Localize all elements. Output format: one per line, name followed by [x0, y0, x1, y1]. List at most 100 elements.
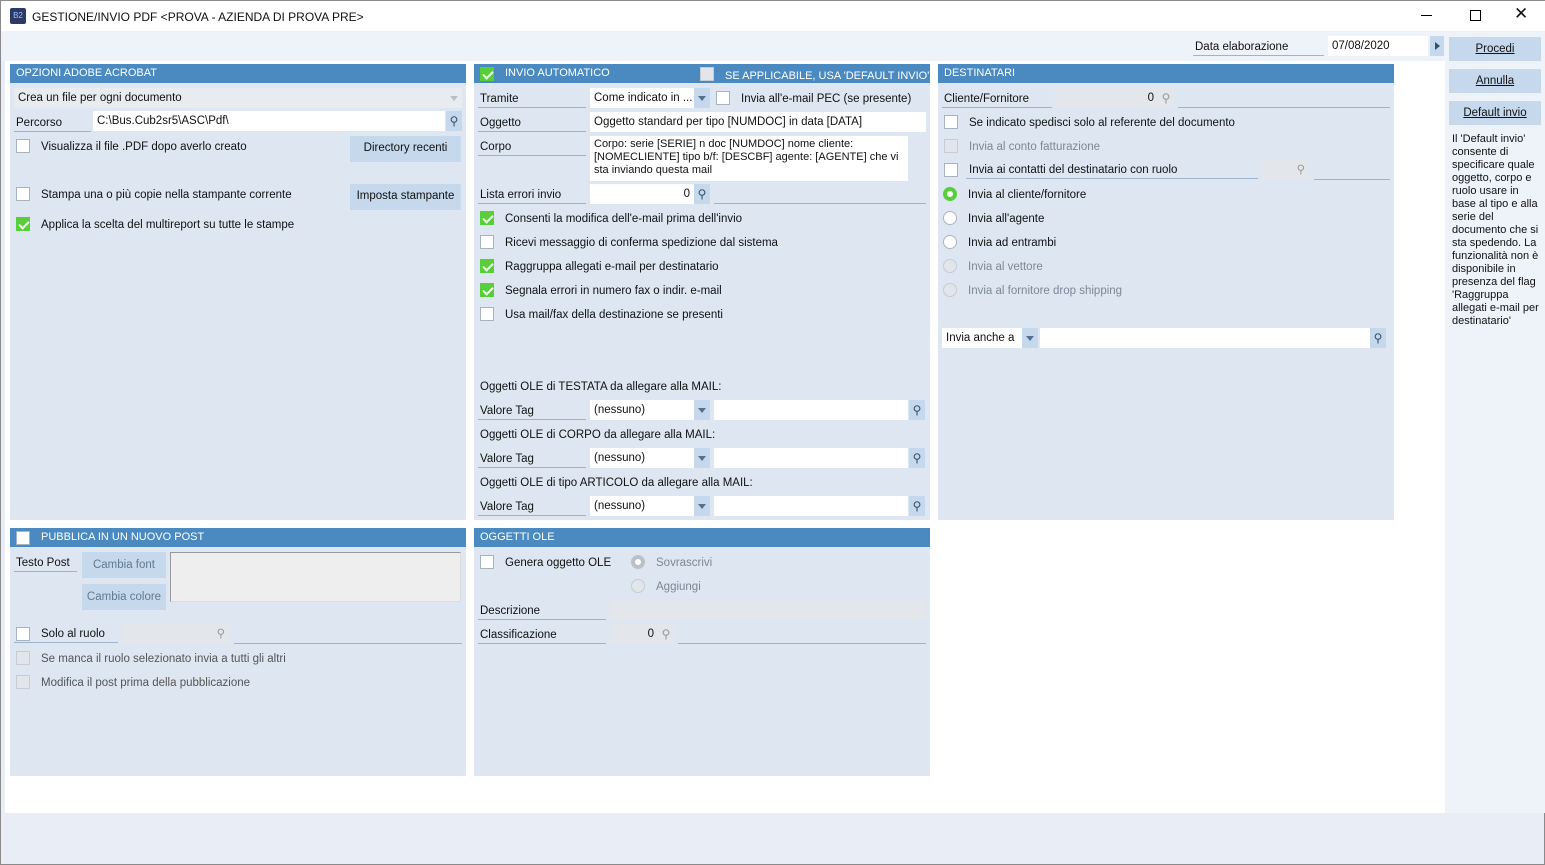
cambia-colore-button[interactable]: Cambia colore: [82, 584, 166, 610]
oggetto-label: Oggetto: [478, 113, 586, 132]
classificazione-label: Classificazione: [478, 625, 606, 644]
directory-recenti-button[interactable]: Directory recenti: [350, 136, 461, 162]
option-checkbox[interactable]: [480, 211, 494, 225]
invia-anche-select[interactable]: Invia anche a: [942, 328, 1022, 348]
multireport-label: Applica la scelta del multireport su tut…: [41, 219, 295, 231]
cambia-font-button[interactable]: Cambia font: [82, 552, 166, 578]
tramite-dropdown-arrow[interactable]: [694, 88, 710, 108]
percorso-input[interactable]: C:\Bus.Cub2sr5\ASC\Pdf\: [93, 111, 445, 131]
destinatari-panel: DESTINATARI Cliente/Fornitore 0 ⚲ Se ind…: [938, 64, 1394, 520]
pec-checkbox[interactable]: [716, 91, 730, 105]
errori-input[interactable]: 0: [590, 184, 694, 204]
tag-dropdown-arrow[interactable]: [694, 448, 710, 468]
procedi-button[interactable]: Procedi: [1449, 37, 1541, 61]
cf-description-line: [1178, 107, 1390, 108]
errori-description-line: [714, 203, 926, 204]
tag-label: Valore Tag: [478, 449, 586, 468]
option-checkbox[interactable]: [480, 307, 494, 321]
pec-label: Invia all'e-mail PEC (se presente): [741, 93, 912, 105]
contatti-checkbox[interactable]: [944, 163, 958, 177]
invia-anche-dropdown-arrow[interactable]: [1022, 328, 1038, 348]
referente-label: Se indicato spedisci solo al referente d…: [969, 117, 1235, 129]
radio-vettore: [943, 259, 957, 273]
testo-post-editor[interactable]: [170, 552, 461, 602]
option-checkbox[interactable]: [480, 235, 494, 249]
multireport-checkbox[interactable]: [16, 217, 30, 231]
genera-ole-checkbox[interactable]: [480, 555, 494, 569]
descrizione-label: Descrizione: [478, 601, 606, 620]
tag-dropdown-arrow[interactable]: [694, 400, 710, 420]
window-title: GESTIONE/INVIO PDF <PROVA - AZIENDA DI P…: [32, 10, 364, 24]
default-invio-help: Il 'Default invio' consente di specifica…: [1452, 133, 1539, 327]
errori-search-icon[interactable]: ⚲: [694, 184, 710, 204]
aggiungi-label: Aggiungi: [656, 581, 701, 593]
solo-ruolo-label: Solo al ruolo: [14, 624, 118, 643]
ole-header: OGGETTI OLE: [474, 528, 930, 547]
minimize-icon[interactable]: [1421, 15, 1432, 16]
invia-anche-search-icon[interactable]: ⚲: [1370, 328, 1386, 348]
invia-anche-input[interactable]: [1040, 328, 1370, 348]
title-bar: B2 GESTIONE/INVIO PDF <PROVA - AZIENDA D…: [1, 1, 1545, 31]
option-label: Consenti la modifica dell'e-mail prima d…: [505, 213, 743, 225]
option-label: Raggruppa allegati e-mail per destinatar…: [505, 261, 719, 273]
file-mode-select[interactable]: Crea un file per ogni documento: [14, 88, 462, 108]
post-checkbox[interactable]: [16, 531, 30, 545]
default-invio-checkbox[interactable]: [700, 67, 714, 81]
radio-sovrascrivi: [631, 555, 645, 569]
cf-input[interactable]: 0: [1055, 88, 1158, 108]
manca-ruolo-label: Se manca il ruolo selezionato invia a tu…: [41, 653, 286, 665]
date-input[interactable]: 07/08/2020: [1328, 36, 1428, 56]
ruolo-line: [234, 643, 462, 644]
invio-automatico-checkbox[interactable]: [480, 67, 494, 81]
radio-cliente[interactable]: [943, 187, 957, 201]
testo-post-label: Testo Post: [14, 553, 77, 572]
radio-entrambi[interactable]: [943, 235, 957, 249]
close-icon[interactable]: ✕: [1514, 4, 1528, 24]
print-copies-checkbox[interactable]: [16, 187, 30, 201]
tag-text-input[interactable]: [714, 400, 908, 420]
radio-aggiungi: [631, 579, 645, 593]
manca-ruolo-checkbox: [16, 651, 30, 665]
option-checkbox[interactable]: [480, 283, 494, 297]
tag-text-input[interactable]: [714, 496, 908, 516]
invio-title: INVIO AUTOMATICO: [505, 67, 610, 79]
view-pdf-checkbox[interactable]: [16, 139, 30, 153]
view-pdf-label: Visualizza il file .PDF dopo averlo crea…: [41, 141, 247, 153]
radio-agente[interactable]: [943, 211, 957, 225]
ole-group-title: Oggetti OLE di TESTATA da allegare alla …: [480, 381, 722, 393]
corpo-label: Corpo: [478, 137, 586, 156]
ruolo-search-icon[interactable]: ⚲: [122, 624, 230, 644]
oggetto-input[interactable]: Oggetto standard per tipo [NUMDOC] in da…: [590, 112, 926, 132]
search-icon[interactable]: ⚲: [446, 111, 462, 131]
maximize-icon[interactable]: [1470, 10, 1481, 21]
print-copies-label: Stampa una o più copie nella stampante c…: [41, 189, 292, 201]
ole-group-title: Oggetti OLE di tipo ARTICOLO da allegare…: [480, 477, 753, 489]
ruolo-search-icon[interactable]: ⚲: [1262, 160, 1310, 180]
annulla-button[interactable]: Annulla: [1449, 69, 1541, 93]
tag-search-icon[interactable]: ⚲: [909, 400, 925, 420]
referente-checkbox[interactable]: [944, 115, 958, 129]
default-invio-button[interactable]: Default invio: [1449, 101, 1541, 125]
default-invio-title: SE APPLICABILE, USA 'DEFAULT INVIO': [725, 70, 930, 82]
classificazione-input: 0: [610, 624, 658, 644]
classificazione-line: [678, 643, 926, 644]
tag-search-icon[interactable]: ⚲: [909, 448, 925, 468]
tag-dropdown-arrow[interactable]: [694, 496, 710, 516]
option-label: Usa mail/fax della destinazione se prese…: [505, 309, 723, 321]
tag-select[interactable]: (nessuno): [590, 400, 694, 420]
tag-select[interactable]: (nessuno): [590, 448, 694, 468]
descrizione-input: [610, 600, 926, 620]
corpo-textarea[interactable]: Corpo: serie [SERIE] n doc [NUMDOC] nome…: [590, 136, 926, 181]
cf-search-icon[interactable]: ⚲: [1158, 88, 1174, 108]
radio-label: Invia al vettore: [968, 261, 1043, 273]
tramite-select[interactable]: Come indicato in ...: [590, 88, 694, 108]
imposta-stampante-button[interactable]: Imposta stampante: [350, 184, 461, 210]
date-label: Data elaborazione: [1193, 37, 1324, 56]
option-checkbox[interactable]: [480, 259, 494, 273]
date-arrow-button[interactable]: [1430, 36, 1444, 56]
tag-text-input[interactable]: [714, 448, 908, 468]
tag-select[interactable]: (nessuno): [590, 496, 694, 516]
cf-label: Cliente/Fornitore: [942, 89, 1052, 108]
corpo-scrollbar[interactable]: [908, 136, 926, 181]
tag-search-icon[interactable]: ⚲: [909, 496, 925, 516]
